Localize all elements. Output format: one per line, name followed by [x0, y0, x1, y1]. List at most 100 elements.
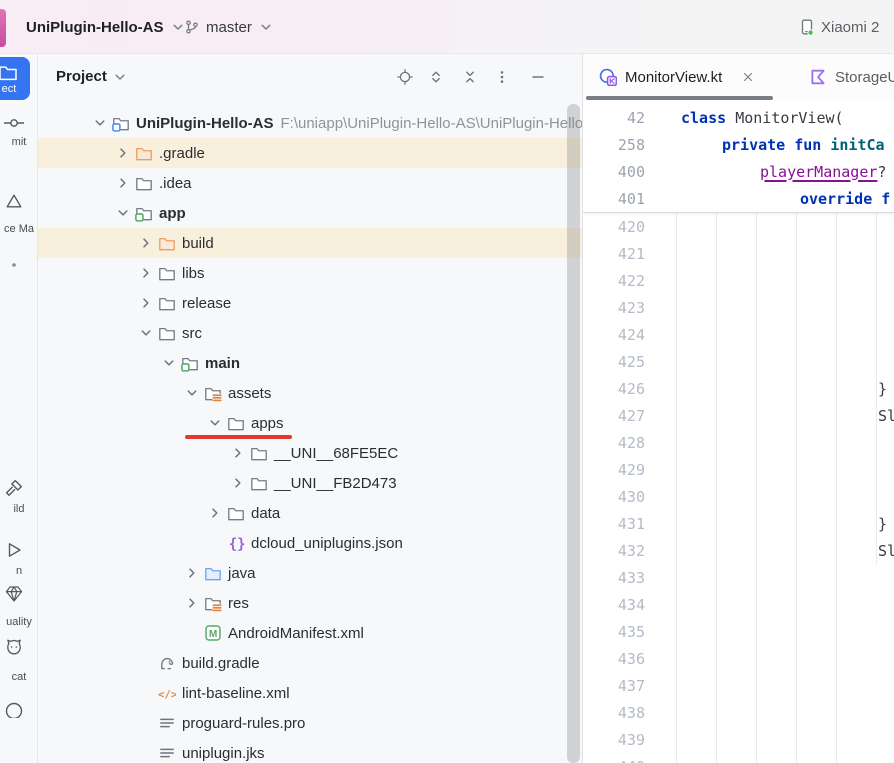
- panel-options-button[interactable]: [494, 69, 510, 85]
- line-number[interactable]: 440: [583, 758, 645, 763]
- code-line-420[interactable]: 420: [583, 213, 894, 240]
- line-number[interactable]: 426: [583, 380, 645, 398]
- tree-row-__UNI__68FE5EC[interactable]: __UNI__68FE5EC: [38, 438, 582, 468]
- line-number[interactable]: 42: [583, 109, 645, 127]
- line-number[interactable]: 431: [583, 515, 645, 533]
- chevron-expanded-icon[interactable]: [138, 325, 154, 341]
- collapse-all-button[interactable]: [462, 69, 478, 85]
- line-number[interactable]: 421: [583, 245, 645, 263]
- line-number[interactable]: 422: [583, 272, 645, 290]
- chevron-collapsed-icon[interactable]: [207, 505, 223, 521]
- code-line-425[interactable]: 425: [583, 348, 894, 375]
- tree-row-data[interactable]: data: [38, 498, 582, 528]
- project-scrollbar[interactable]: [567, 104, 580, 763]
- line-number[interactable]: 434: [583, 596, 645, 614]
- line-number[interactable]: 427: [583, 407, 645, 425]
- tree-row-apps[interactable]: apps: [38, 408, 582, 438]
- chevron-expanded-icon[interactable]: [207, 415, 223, 431]
- tree-row-build[interactable]: build: [38, 228, 582, 258]
- code-line-423[interactable]: 423: [583, 294, 894, 321]
- code-line-430[interactable]: 430: [583, 483, 894, 510]
- code-line-440[interactable]: 440: [583, 753, 894, 763]
- code-line-436[interactable]: 436: [583, 645, 894, 672]
- tree-row-.idea[interactable]: .idea: [38, 168, 582, 198]
- chevron-collapsed-icon[interactable]: [184, 565, 200, 581]
- code-line-421[interactable]: 421: [583, 240, 894, 267]
- line-number[interactable]: 400: [583, 163, 645, 181]
- code-line-431[interactable]: 431}: [583, 510, 894, 537]
- editor-body[interactable]: 420 421 422 423 424 425 426}427Sl 428 429 430 431}…: [583, 213, 894, 763]
- line-number[interactable]: 433: [583, 569, 645, 587]
- code-line-427[interactable]: 427Sl: [583, 402, 894, 429]
- chevron-collapsed-icon[interactable]: [184, 595, 200, 611]
- line-number[interactable]: 428: [583, 434, 645, 452]
- line-number[interactable]: 424: [583, 326, 645, 344]
- tree-row-uniplugin.jks[interactable]: uniplugin.jks: [38, 738, 582, 763]
- tree-row-.gradle[interactable]: .gradle: [38, 138, 582, 168]
- device-selector[interactable]: Xiaomi 2: [799, 0, 879, 54]
- line-number[interactable]: 436: [583, 650, 645, 668]
- line-number[interactable]: 401: [583, 190, 645, 208]
- line-number[interactable]: 439: [583, 731, 645, 749]
- tree-row-proguard-rules.pro[interactable]: proguard-rules.pro: [38, 708, 582, 738]
- chevron-collapsed-icon[interactable]: [138, 295, 154, 311]
- stripe-item-project[interactable]: ect: [0, 57, 30, 100]
- project-selector[interactable]: UniPlugin-Hello-AS: [26, 0, 186, 54]
- close-tab-icon[interactable]: [740, 69, 756, 85]
- expand-all-button[interactable]: [428, 69, 444, 85]
- tree-row-res[interactable]: res: [38, 588, 582, 618]
- code-line-437[interactable]: 437: [583, 672, 894, 699]
- branch-selector[interactable]: master: [184, 0, 274, 54]
- code-line-422[interactable]: 422: [583, 267, 894, 294]
- chevron-collapsed-icon[interactable]: [138, 265, 154, 281]
- tree-row-dcloud_uniplugins.json[interactable]: {}dcloud_uniplugins.json: [38, 528, 582, 558]
- chevron-expanded-icon[interactable]: [92, 115, 108, 131]
- code-line-432[interactable]: 432Sl: [583, 537, 894, 564]
- line-number[interactable]: 435: [583, 623, 645, 641]
- locate-file-button[interactable]: [397, 69, 413, 85]
- code-line-439[interactable]: 439: [583, 726, 894, 753]
- line-number[interactable]: 437: [583, 677, 645, 695]
- code-line-424[interactable]: 424: [583, 321, 894, 348]
- tree-row-main[interactable]: main: [38, 348, 582, 378]
- code-line-433[interactable]: 433: [583, 564, 894, 591]
- line-number[interactable]: 432: [583, 542, 645, 560]
- code-line-258[interactable]: 258private fun initCa: [583, 131, 894, 158]
- chevron-collapsed-icon[interactable]: [115, 175, 131, 191]
- code-line-435[interactable]: 435: [583, 618, 894, 645]
- chevron-collapsed-icon[interactable]: [230, 445, 246, 461]
- tree-row-build.gradle[interactable]: build.gradle: [38, 648, 582, 678]
- code-line-438[interactable]: 438: [583, 699, 894, 726]
- tree-row-src[interactable]: src: [38, 318, 582, 348]
- tree-row-UniPlugin-Hello-AS[interactable]: UniPlugin-Hello-ASF:\uniapp\UniPlugin-He…: [38, 108, 582, 138]
- tree-row-libs[interactable]: libs: [38, 258, 582, 288]
- project-panel-title[interactable]: Project: [56, 68, 128, 85]
- code-line-42[interactable]: 42class MonitorView(: [583, 104, 894, 131]
- editor-tab-MonitorView.kt[interactable]: MonitorView.kt: [585, 54, 756, 100]
- line-number[interactable]: 258: [583, 136, 645, 154]
- tree-row-release[interactable]: release: [38, 288, 582, 318]
- code-line-434[interactable]: 434: [583, 591, 894, 618]
- line-number[interactable]: 420: [583, 218, 645, 236]
- hide-panel-button[interactable]: [530, 69, 546, 85]
- chevron-expanded-icon[interactable]: [184, 385, 200, 401]
- code-line-426[interactable]: 426}: [583, 375, 894, 402]
- code-line-428[interactable]: 428: [583, 429, 894, 456]
- code-line-401[interactable]: 401override f: [583, 185, 894, 212]
- line-number[interactable]: 425: [583, 353, 645, 371]
- line-number[interactable]: 429: [583, 461, 645, 479]
- chevron-expanded-icon[interactable]: [115, 205, 131, 221]
- editor-tab-StorageUtils.k[interactable]: StorageUtils.k: [795, 54, 894, 100]
- code-line-429[interactable]: 429: [583, 456, 894, 483]
- chevron-collapsed-icon[interactable]: [230, 475, 246, 491]
- code-line-400[interactable]: 400playerManager?: [583, 158, 894, 185]
- tree-row-AndroidManifest.xml[interactable]: MAndroidManifest.xml: [38, 618, 582, 648]
- tree-row-assets[interactable]: assets: [38, 378, 582, 408]
- line-number[interactable]: 423: [583, 299, 645, 317]
- line-number[interactable]: 430: [583, 488, 645, 506]
- chevron-expanded-icon[interactable]: [161, 355, 177, 371]
- tree-row-java[interactable]: java: [38, 558, 582, 588]
- chevron-collapsed-icon[interactable]: [138, 235, 154, 251]
- tree-row-lint-baseline.xml[interactable]: </>lint-baseline.xml: [38, 678, 582, 708]
- tree-row-app[interactable]: app: [38, 198, 582, 228]
